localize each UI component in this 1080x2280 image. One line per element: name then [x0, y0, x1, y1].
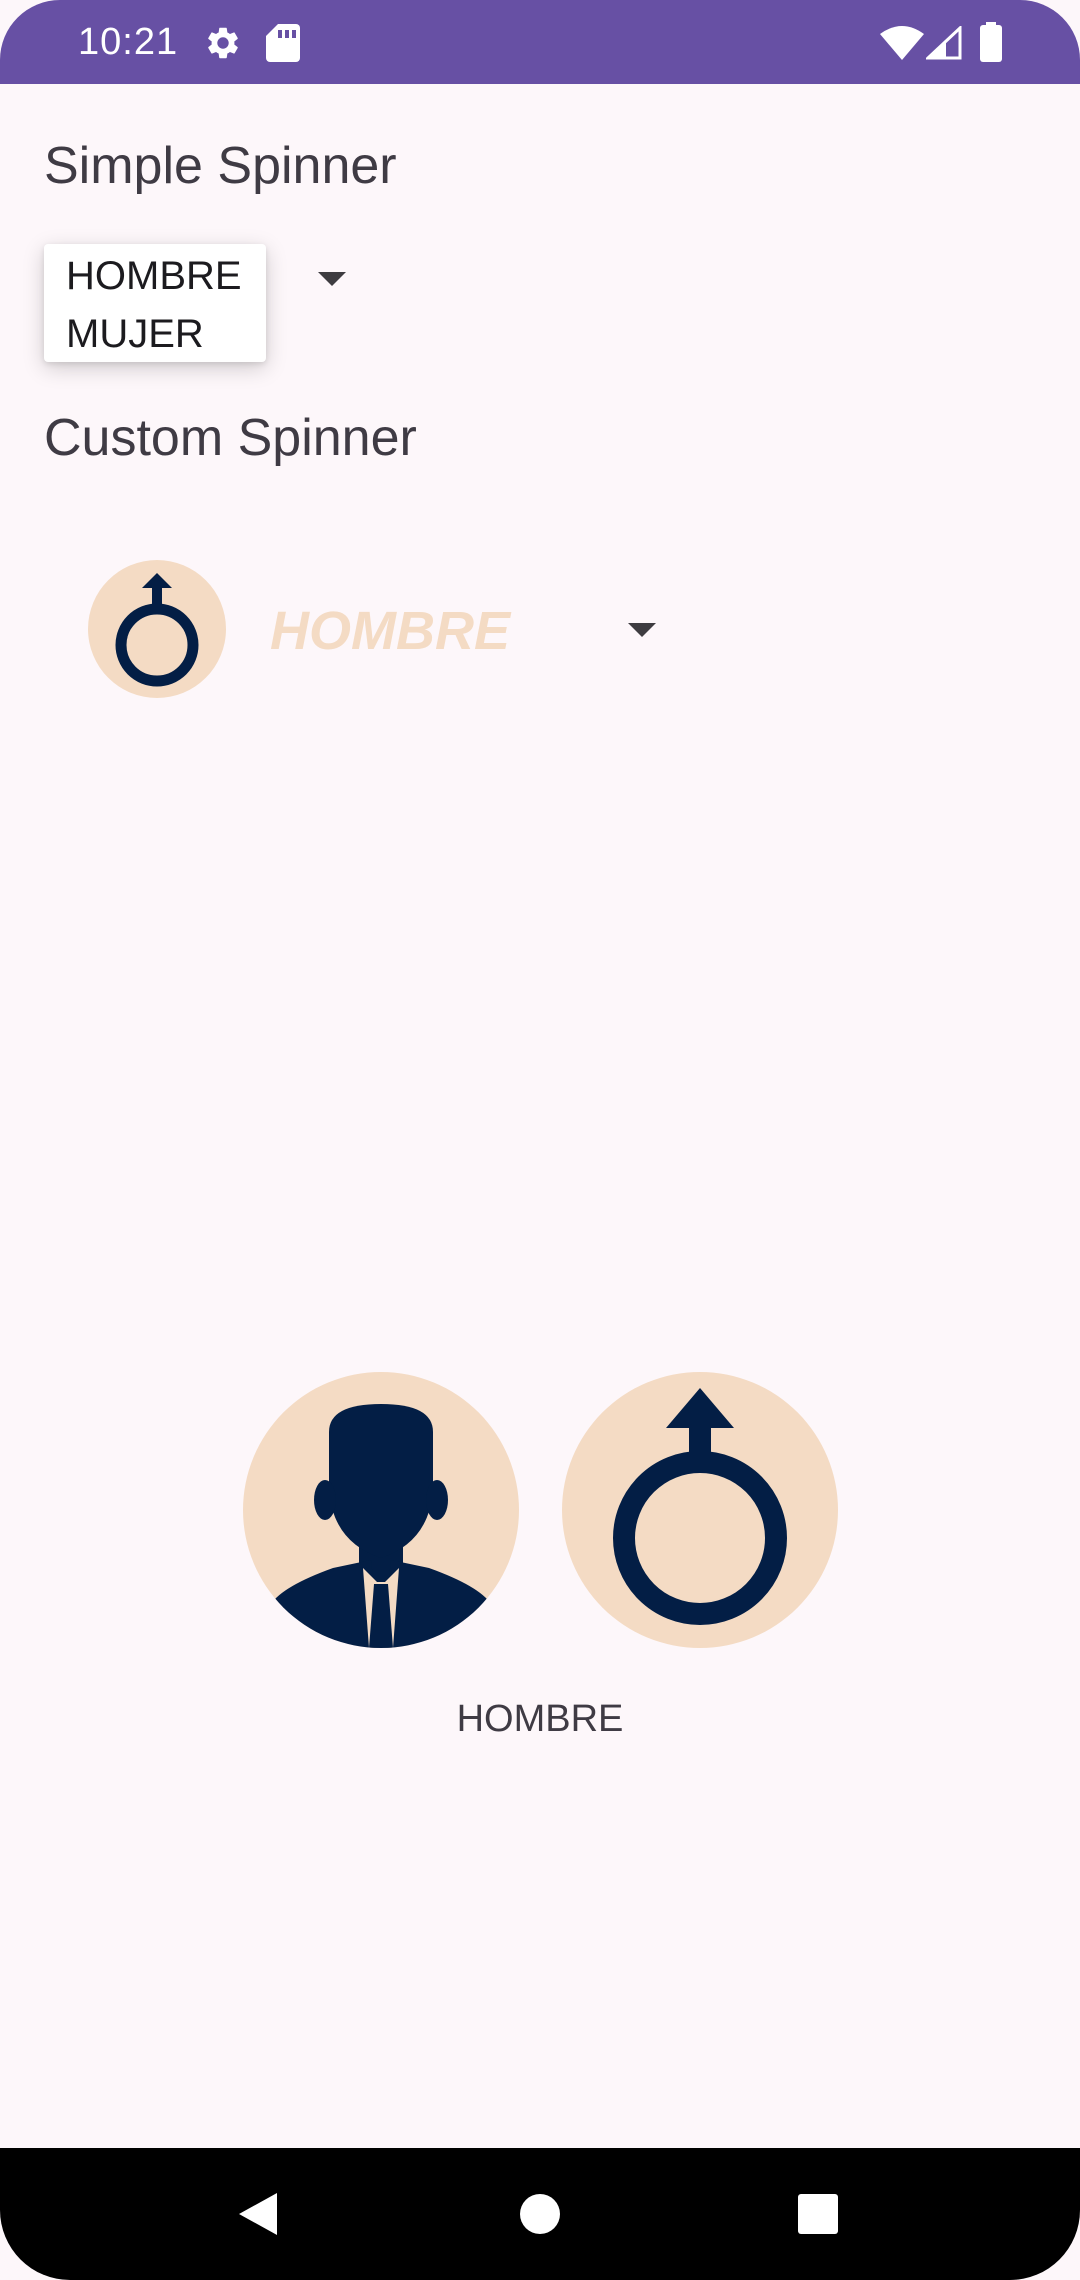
signal-icon	[926, 26, 962, 60]
custom-spinner-title: Custom Spinner	[44, 409, 417, 467]
home-button[interactable]	[504, 2178, 576, 2250]
man-avatar-icon	[271, 1404, 491, 1648]
custom-spinner[interactable]: HOMBRE	[60, 540, 680, 720]
simple-spinner-title: Simple Spinner	[44, 137, 397, 195]
custom-spinner-arrow-icon[interactable]	[628, 623, 656, 637]
dropdown-option-mujer[interactable]: MUJER	[66, 310, 204, 358]
simple-spinner-arrow-icon[interactable]	[318, 272, 346, 286]
dropdown-option-hombre[interactable]: HOMBRE	[66, 252, 242, 300]
male-symbol-icon	[613, 1388, 787, 1625]
back-button[interactable]	[222, 2178, 294, 2250]
wifi-icon	[880, 26, 924, 60]
status-time: 10:21	[78, 21, 179, 63]
navigation-bar	[0, 2148, 1080, 2280]
custom-spinner-label: HOMBRE	[270, 601, 510, 661]
home-icon	[520, 2194, 560, 2234]
recents-button[interactable]	[782, 2178, 854, 2250]
custom-spinner-icon-circle	[88, 560, 226, 698]
gear-icon	[208, 27, 238, 59]
male-symbol-image	[562, 1372, 838, 1648]
back-icon	[239, 2193, 277, 2235]
male-symbol-icon	[115, 573, 199, 687]
sd-card-icon	[266, 24, 300, 62]
battery-icon	[980, 22, 1002, 62]
simple-spinner-dropdown: HOMBRE MUJER	[44, 244, 266, 362]
selected-gender-label: HOMBRE	[456, 1698, 624, 1740]
man-avatar-image	[243, 1372, 519, 1648]
recents-icon	[798, 2194, 838, 2234]
status-bar: 10:21	[0, 0, 1080, 84]
